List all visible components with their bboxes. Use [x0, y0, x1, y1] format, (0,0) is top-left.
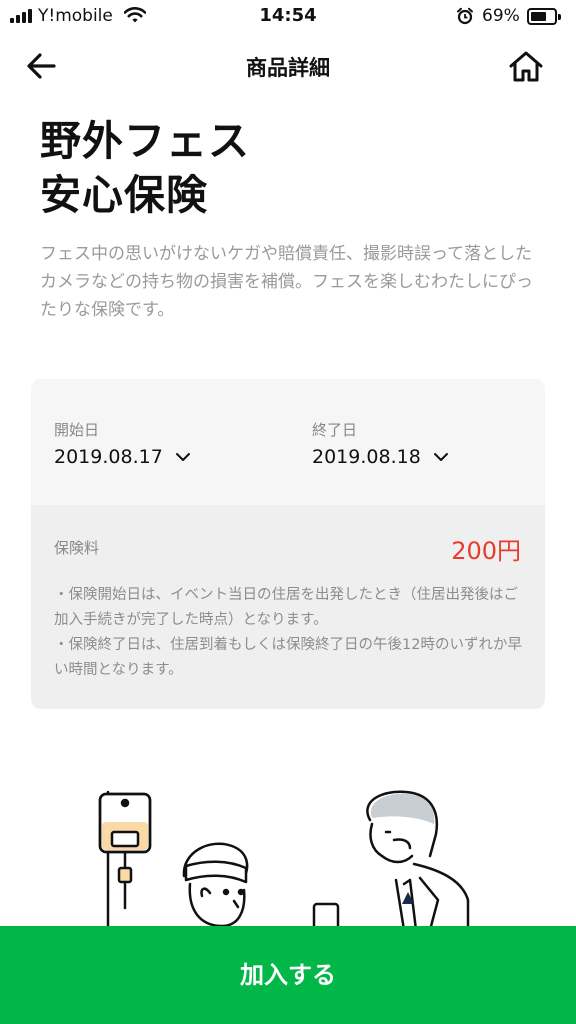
chevron-down-icon — [433, 453, 448, 461]
end-date-value: 2019.08.18 — [312, 446, 421, 468]
end-date-selector[interactable]: 終了日 2019.08.18 — [312, 419, 449, 468]
product-title: 野外フェス 安心保険 — [40, 114, 250, 222]
fee-label: 保険料 — [54, 539, 100, 557]
alarm-icon — [457, 7, 473, 25]
date-selector-section: 開始日 2019.08.17 終了日 2019.08.18 — [31, 379, 545, 505]
product-title-line-1: 野外フェス — [40, 117, 250, 165]
battery-percentage: 69% — [482, 6, 520, 26]
start-date-selector[interactable]: 開始日 2019.08.17 — [54, 419, 191, 468]
product-description: フェス中の思いがけないケガや賠償責任、撮影時誤って落としたカメラなどの持ち物の損… — [40, 244, 533, 320]
status-bar: Y!mobile 14:54 69% — [0, 0, 576, 34]
fee-section: 保険料 200円 ・保険開始日は、イベント当日の住居を出発したとき（住居出発後は… — [31, 505, 545, 709]
join-button[interactable]: 加入する — [0, 926, 576, 1024]
end-date-label: 終了日 — [312, 421, 358, 439]
chevron-down-icon — [175, 453, 190, 461]
coverage-note: ・保険開始日は、イベント当日の住居を出発したとき（住居出発後はご加入手続きが完了… — [54, 587, 518, 628]
fee-value: 200円 — [451, 537, 521, 565]
navigation-bar: 商品詳細 — [0, 34, 576, 98]
product-title-line-2: 安心保険 — [40, 171, 208, 219]
page-title: 商品詳細 — [246, 56, 330, 80]
coverage-note: ・保険終了日は、住居到着もしくは保険終了日の午後12時のいずれか早い時間となりま… — [54, 637, 522, 678]
start-date-value: 2019.08.17 — [54, 446, 163, 468]
start-date-label: 開始日 — [54, 421, 100, 439]
coverage-card: 開始日 2019.08.17 終了日 2019.08.18 保険料 200円 ・… — [31, 379, 545, 709]
coverage-notes: ・保険開始日は、イベント当日の住居を出発したとき（住居出発後はご加入手続きが完了… — [54, 583, 524, 683]
battery-icon — [527, 8, 561, 25]
hospital-illustration — [98, 790, 470, 930]
home-icon[interactable] — [504, 46, 548, 86]
